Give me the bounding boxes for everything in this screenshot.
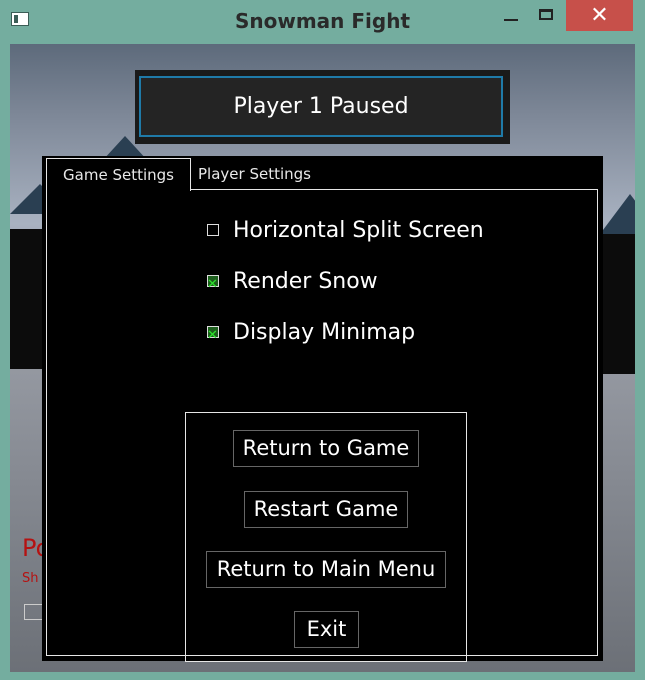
horizontal-split-screen-checkbox[interactable] <box>207 223 219 236</box>
tab-content: Horizontal Split Screen Render Snow Disp… <box>46 189 598 662</box>
mountain <box>600 194 635 234</box>
minimize-button[interactable] <box>488 0 534 31</box>
settings-panel: Game Settings Player Settings Horizontal… <box>42 156 603 662</box>
tab-game-settings[interactable]: Game Settings <box>46 158 191 191</box>
title-bar[interactable]: Snowman Fight ✕ <box>0 0 645 44</box>
tab-player-settings[interactable]: Player Settings <box>190 158 338 190</box>
option-horizontal-split-screen[interactable]: Horizontal Split Screen <box>207 216 484 246</box>
close-button[interactable]: ✕ <box>566 0 633 31</box>
option-render-snow[interactable]: Render Snow <box>207 267 378 300</box>
maximize-button[interactable] <box>534 0 562 31</box>
exit-button[interactable]: Exit <box>294 611 359 648</box>
display-minimap-checkbox[interactable] <box>207 321 219 351</box>
return-to-game-button[interactable]: Return to Game <box>233 430 419 467</box>
option-label: Render Snow <box>233 269 378 294</box>
restart-game-button[interactable]: Restart Game <box>244 491 408 528</box>
return-to-main-menu-button[interactable]: Return to Main Menu <box>206 551 446 588</box>
game-window: Snowman Fight ✕ Po Sh Player 1 Paused Ga… <box>0 0 645 680</box>
option-display-minimap[interactable]: Display Minimap <box>207 318 416 351</box>
pause-banner-text: Player 1 Paused <box>139 76 503 137</box>
pause-banner: Player 1 Paused <box>135 70 510 144</box>
wall <box>600 234 635 374</box>
wall <box>10 229 42 369</box>
render-snow-checkbox[interactable] <box>207 270 219 300</box>
option-label: Display Minimap <box>233 320 416 345</box>
hud-text-small: Sh <box>22 571 39 586</box>
option-label: Horizontal Split Screen <box>233 218 484 243</box>
menu-button-group: Return to Game Restart Game Return to Ma… <box>185 412 467 662</box>
